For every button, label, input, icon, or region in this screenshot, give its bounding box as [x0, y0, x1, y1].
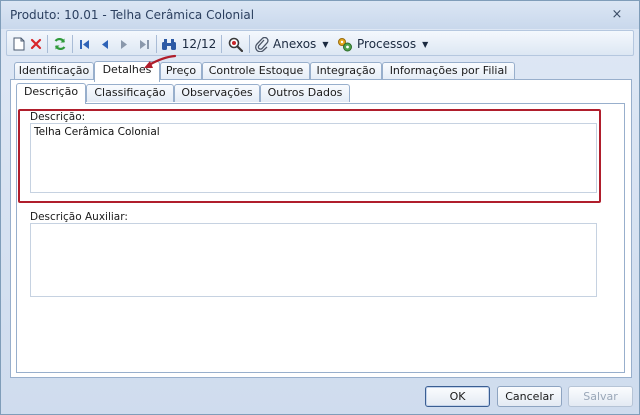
title-bar: Produto: 10.01 - Telha Cerâmica Colonial… — [1, 1, 639, 29]
tab-controle-estoque[interactable]: Controle Estoque — [202, 62, 310, 80]
close-window-button[interactable]: × — [605, 6, 629, 24]
annotation-arrow-icon — [144, 54, 177, 68]
find-icon[interactable] — [160, 34, 178, 54]
ok-label: OK — [449, 390, 466, 403]
subtab-descricao[interactable]: Descrição — [16, 83, 86, 104]
attachments-button[interactable]: Anexos ▼ — [255, 34, 333, 54]
product-window: Produto: 10.01 - Telha Cerâmica Colonial… — [0, 0, 640, 415]
new-document-icon[interactable] — [11, 34, 27, 54]
first-record-icon[interactable] — [76, 34, 92, 54]
last-record-icon[interactable] — [136, 34, 152, 54]
details-panel: Descrição Classificação Observações Outr… — [10, 79, 632, 378]
attachments-label: Anexos — [273, 37, 317, 51]
main-tabs: Identificação Detalhes Preço Controle Es… — [10, 61, 632, 82]
description-panel: Descrição: Telha Cerâmica Colonial Descr… — [16, 103, 625, 373]
cancel-label: Cancelar — [505, 390, 554, 403]
description-field[interactable]: Telha Cerâmica Colonial — [30, 123, 597, 193]
description-label: Descrição: — [30, 111, 86, 123]
toolbar-separator — [249, 35, 250, 53]
attachments-icon — [255, 36, 269, 52]
next-record-icon[interactable] — [116, 34, 132, 54]
refresh-icon[interactable] — [51, 34, 69, 54]
form-area: Identificação Detalhes Preço Controle Es… — [10, 58, 632, 378]
chevron-down-icon: ▼ — [422, 39, 429, 49]
toolbar-separator — [47, 35, 48, 53]
aux-description-label: Descrição Auxiliar: — [30, 211, 128, 223]
ok-button[interactable]: OK — [425, 386, 490, 407]
toolbar-separator — [156, 35, 157, 53]
save-button[interactable]: Salvar — [568, 386, 633, 407]
toolbar: 12/12 Anexos ▼ Processos ▼ — [6, 30, 634, 56]
toolbar-separator — [72, 35, 73, 53]
tab-identificacao[interactable]: Identificação — [14, 62, 94, 80]
detail-subtabs: Descrição Classificação Observações Outr… — [16, 83, 616, 104]
record-position: 12/12 — [181, 37, 217, 51]
chevron-down-icon: ▼ — [322, 39, 329, 49]
subtab-observacoes[interactable]: Observações — [174, 84, 260, 102]
processes-label: Processos — [357, 37, 417, 51]
window-title: Produto: 10.01 - Telha Cerâmica Colonial — [10, 8, 255, 22]
delete-icon[interactable] — [28, 34, 44, 54]
tab-informacoes-por-filial[interactable]: Informações por Filial — [382, 62, 515, 80]
subtab-outros-dados[interactable]: Outros Dados — [260, 84, 350, 102]
cancel-button[interactable]: Cancelar — [497, 386, 562, 407]
previous-record-icon[interactable] — [96, 34, 112, 54]
save-label: Salvar — [583, 390, 618, 403]
processes-icon — [338, 37, 352, 51]
toolbar-separator — [221, 35, 222, 53]
processes-button[interactable]: Processos ▼ — [337, 34, 429, 54]
subtab-classificacao[interactable]: Classificação — [86, 84, 174, 102]
tab-integracao[interactable]: Integração — [310, 62, 382, 80]
aux-description-field[interactable] — [30, 223, 597, 297]
zoom-icon[interactable] — [226, 34, 244, 54]
